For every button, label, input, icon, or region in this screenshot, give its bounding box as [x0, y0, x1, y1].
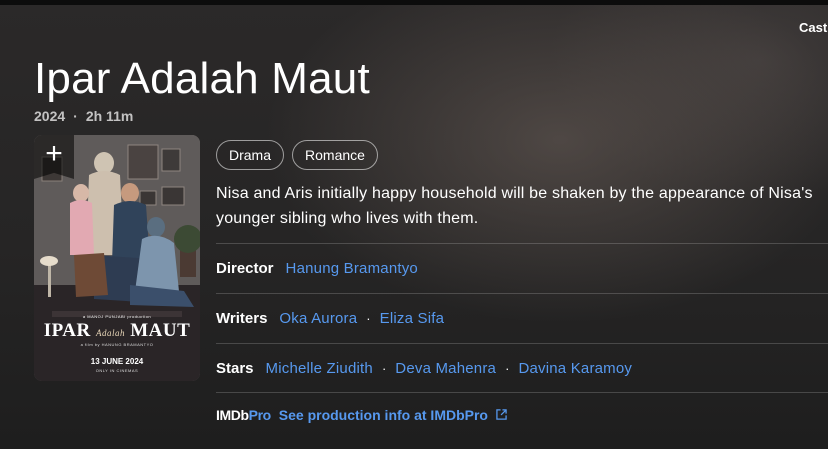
genre-chip-romance[interactable]: Romance	[292, 140, 378, 170]
poster-title-script: Adalah	[95, 328, 125, 338]
imdbpro-logo-imdb: IMDb	[216, 406, 249, 423]
plot-summary: Nisa and Aris initially happy household …	[216, 185, 813, 227]
poster-release-note: ONLY IN CINEMAS	[95, 368, 139, 373]
director-label[interactable]: Director	[216, 260, 274, 277]
credit-row-director: Director Hanung Bramantyo	[216, 243, 828, 293]
top-border	[0, 0, 828, 5]
poster-release-date: 13 JUNE 2024	[90, 357, 144, 366]
star-link[interactable]: Deva Mahenra	[395, 360, 496, 377]
credit-row-writers: Writers Oka Aurora · Eliza Sifa	[216, 293, 828, 343]
external-link-icon	[496, 408, 507, 420]
imdbpro-logo: IMDbPro	[216, 407, 271, 423]
writer-link[interactable]: Oka Aurora	[279, 310, 357, 327]
credit-row-stars: Stars Michelle Ziudith · Deva Mahenra · …	[216, 343, 828, 393]
star-link[interactable]: Davina Karamoy	[518, 360, 632, 377]
title-meta: 2024 · 2h 11m	[34, 108, 133, 124]
poster-title: IPAR Adalah MAUT	[34, 320, 200, 342]
writers-label[interactable]: Writers	[216, 310, 267, 327]
imdbpro-link[interactable]: See production info at IMDbPro	[279, 407, 507, 423]
star-link[interactable]: Michelle Ziudith	[266, 360, 373, 377]
imdbpro-logo-pro: Pro	[248, 406, 272, 423]
release-year[interactable]: 2024	[34, 108, 65, 124]
poster-title-right: MAUT	[130, 320, 191, 341]
writer-link[interactable]: Eliza Sifa	[380, 310, 445, 327]
poster-credit-top: a MANOJ PUNJABI production	[82, 314, 152, 319]
credit-separator: ·	[505, 361, 510, 376]
poster[interactable]: + a MANOJ PUNJABI production IPAR Adalah…	[34, 135, 200, 381]
plus-icon: +	[45, 137, 63, 170]
poster-director-line: a film by HANUNG BRAMANTYO	[80, 342, 154, 347]
imdbpro-link-text: See production info at IMDbPro	[278, 406, 488, 423]
credit-separator: ·	[381, 361, 387, 376]
genre-chips: Drama Romance	[216, 140, 378, 170]
page-title: Ipar Adalah Maut	[34, 54, 370, 103]
genre-chip-drama[interactable]: Drama	[216, 140, 285, 170]
meta-separator: ·	[73, 108, 78, 124]
director-link[interactable]: Hanung Bramantyo	[286, 260, 418, 277]
runtime: 2h 11m	[85, 108, 134, 124]
poster-title-left: IPAR	[43, 320, 91, 341]
stars-label[interactable]: Stars	[216, 360, 254, 377]
cast-link[interactable]: Cast	[799, 20, 827, 35]
add-to-watchlist-button[interactable]: +	[34, 135, 74, 179]
credit-separator: ·	[366, 311, 371, 326]
imdbpro-row: IMDbPro See production info at IMDbPro	[216, 392, 828, 436]
